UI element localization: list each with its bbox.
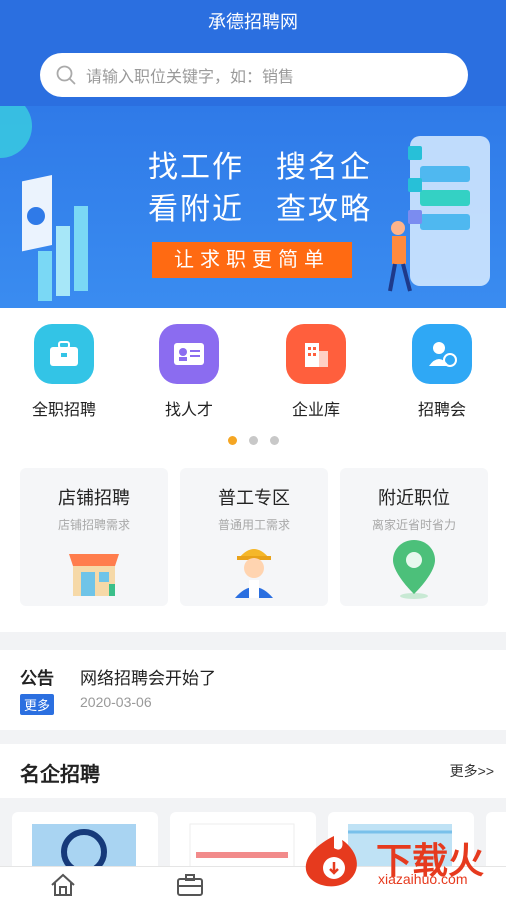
card-subtitle: 离家近省时省力 <box>371 518 456 532</box>
card-title: 普工专区 <box>218 488 290 508</box>
home-icon[interactable] <box>50 873 76 897</box>
company-card[interactable] <box>12 812 158 868</box>
quick-link-label: 找人才 <box>164 402 213 419</box>
watermark: 下载火 xiazaihuo.com <box>294 832 498 888</box>
banner-cta: 让求职更简单 <box>152 242 352 278</box>
notice-more-badge[interactable]: 更多 <box>20 694 55 715</box>
card-title: 附近职位 <box>378 488 450 508</box>
shop-icon <box>69 554 119 596</box>
person-badge-icon <box>412 324 472 384</box>
carousel-dot[interactable] <box>269 436 279 445</box>
quick-link-talent[interactable]: 找人才 <box>144 324 234 420</box>
notice-date: 2020-03-06 <box>80 694 152 710</box>
card-subtitle: 店铺招聘需求 <box>57 518 130 532</box>
search-icon <box>56 65 76 85</box>
card-title: 店铺招聘 <box>58 488 130 508</box>
notice-bar[interactable]: 公告 更多 网络招聘会开始了 2020-03-06 <box>0 650 506 730</box>
banner-text-find-job: 找工作 <box>148 151 244 184</box>
location-pin-icon <box>393 540 435 599</box>
card-subtitle: 普通用工需求 <box>217 518 290 532</box>
notice-label: 公告 <box>20 669 54 688</box>
famous-more-link[interactable]: 更多>> <box>450 761 494 781</box>
card-nearby-jobs[interactable]: 附近职位 离家近省时省力 <box>340 468 488 606</box>
feature-cards: 店铺招聘 店铺招聘需求 普工专区 普通用工需求 附近职位 离家近省时省力 <box>0 458 506 632</box>
briefcase-icon[interactable] <box>176 873 204 897</box>
carousel-dot[interactable] <box>248 436 258 445</box>
watermark-url: xiazaihuo.com <box>378 871 468 887</box>
flame-logo-icon <box>305 836 357 887</box>
search-bar[interactable]: 请输入职位关键字，如：销售 <box>40 53 468 97</box>
notice-text[interactable]: 网络招聘会开始了 <box>80 664 216 689</box>
banner-text-guide: 查攻略 <box>276 193 372 226</box>
search-placeholder: 请输入职位关键字，如：销售 <box>86 69 295 86</box>
quick-link-fulltime[interactable]: 全职招聘 <box>19 324 109 420</box>
section-title: 名企招聘 <box>20 764 100 786</box>
briefcase-icon <box>34 324 94 384</box>
quick-link-label: 全职招聘 <box>31 402 96 419</box>
quick-link-companies[interactable]: 企业库 <box>271 324 361 420</box>
company-logo <box>32 824 136 868</box>
promo-banner[interactable]: 找工作 搜名企 看附近 查攻略 让求职更简单 <box>0 106 506 308</box>
worker-icon <box>235 549 273 598</box>
banner-text-search-company: 搜名企 <box>276 151 372 184</box>
card-general-labor[interactable]: 普工专区 普通用工需求 <box>180 468 328 606</box>
app-title: 承德招聘网 <box>208 12 298 32</box>
carousel-indicator <box>0 436 506 445</box>
famous-companies-header: 名企招聘 更多>> <box>0 744 506 798</box>
quick-link-job-fair[interactable]: 招聘会 <box>397 324 487 420</box>
building-icon <box>286 324 346 384</box>
carousel-dot[interactable] <box>227 436 237 445</box>
banner-text-nearby: 看附近 <box>148 193 244 226</box>
card-shop-jobs[interactable]: 店铺招聘 店铺招聘需求 <box>20 468 168 606</box>
quick-link-label: 企业库 <box>291 402 340 419</box>
app-header: 承德招聘网 请输入职位关键字，如：销售 <box>0 0 506 106</box>
id-card-icon <box>159 324 219 384</box>
quick-link-label: 招聘会 <box>417 402 466 419</box>
quick-links: 全职招聘 找人才 企业库 招聘会 <box>0 308 506 458</box>
